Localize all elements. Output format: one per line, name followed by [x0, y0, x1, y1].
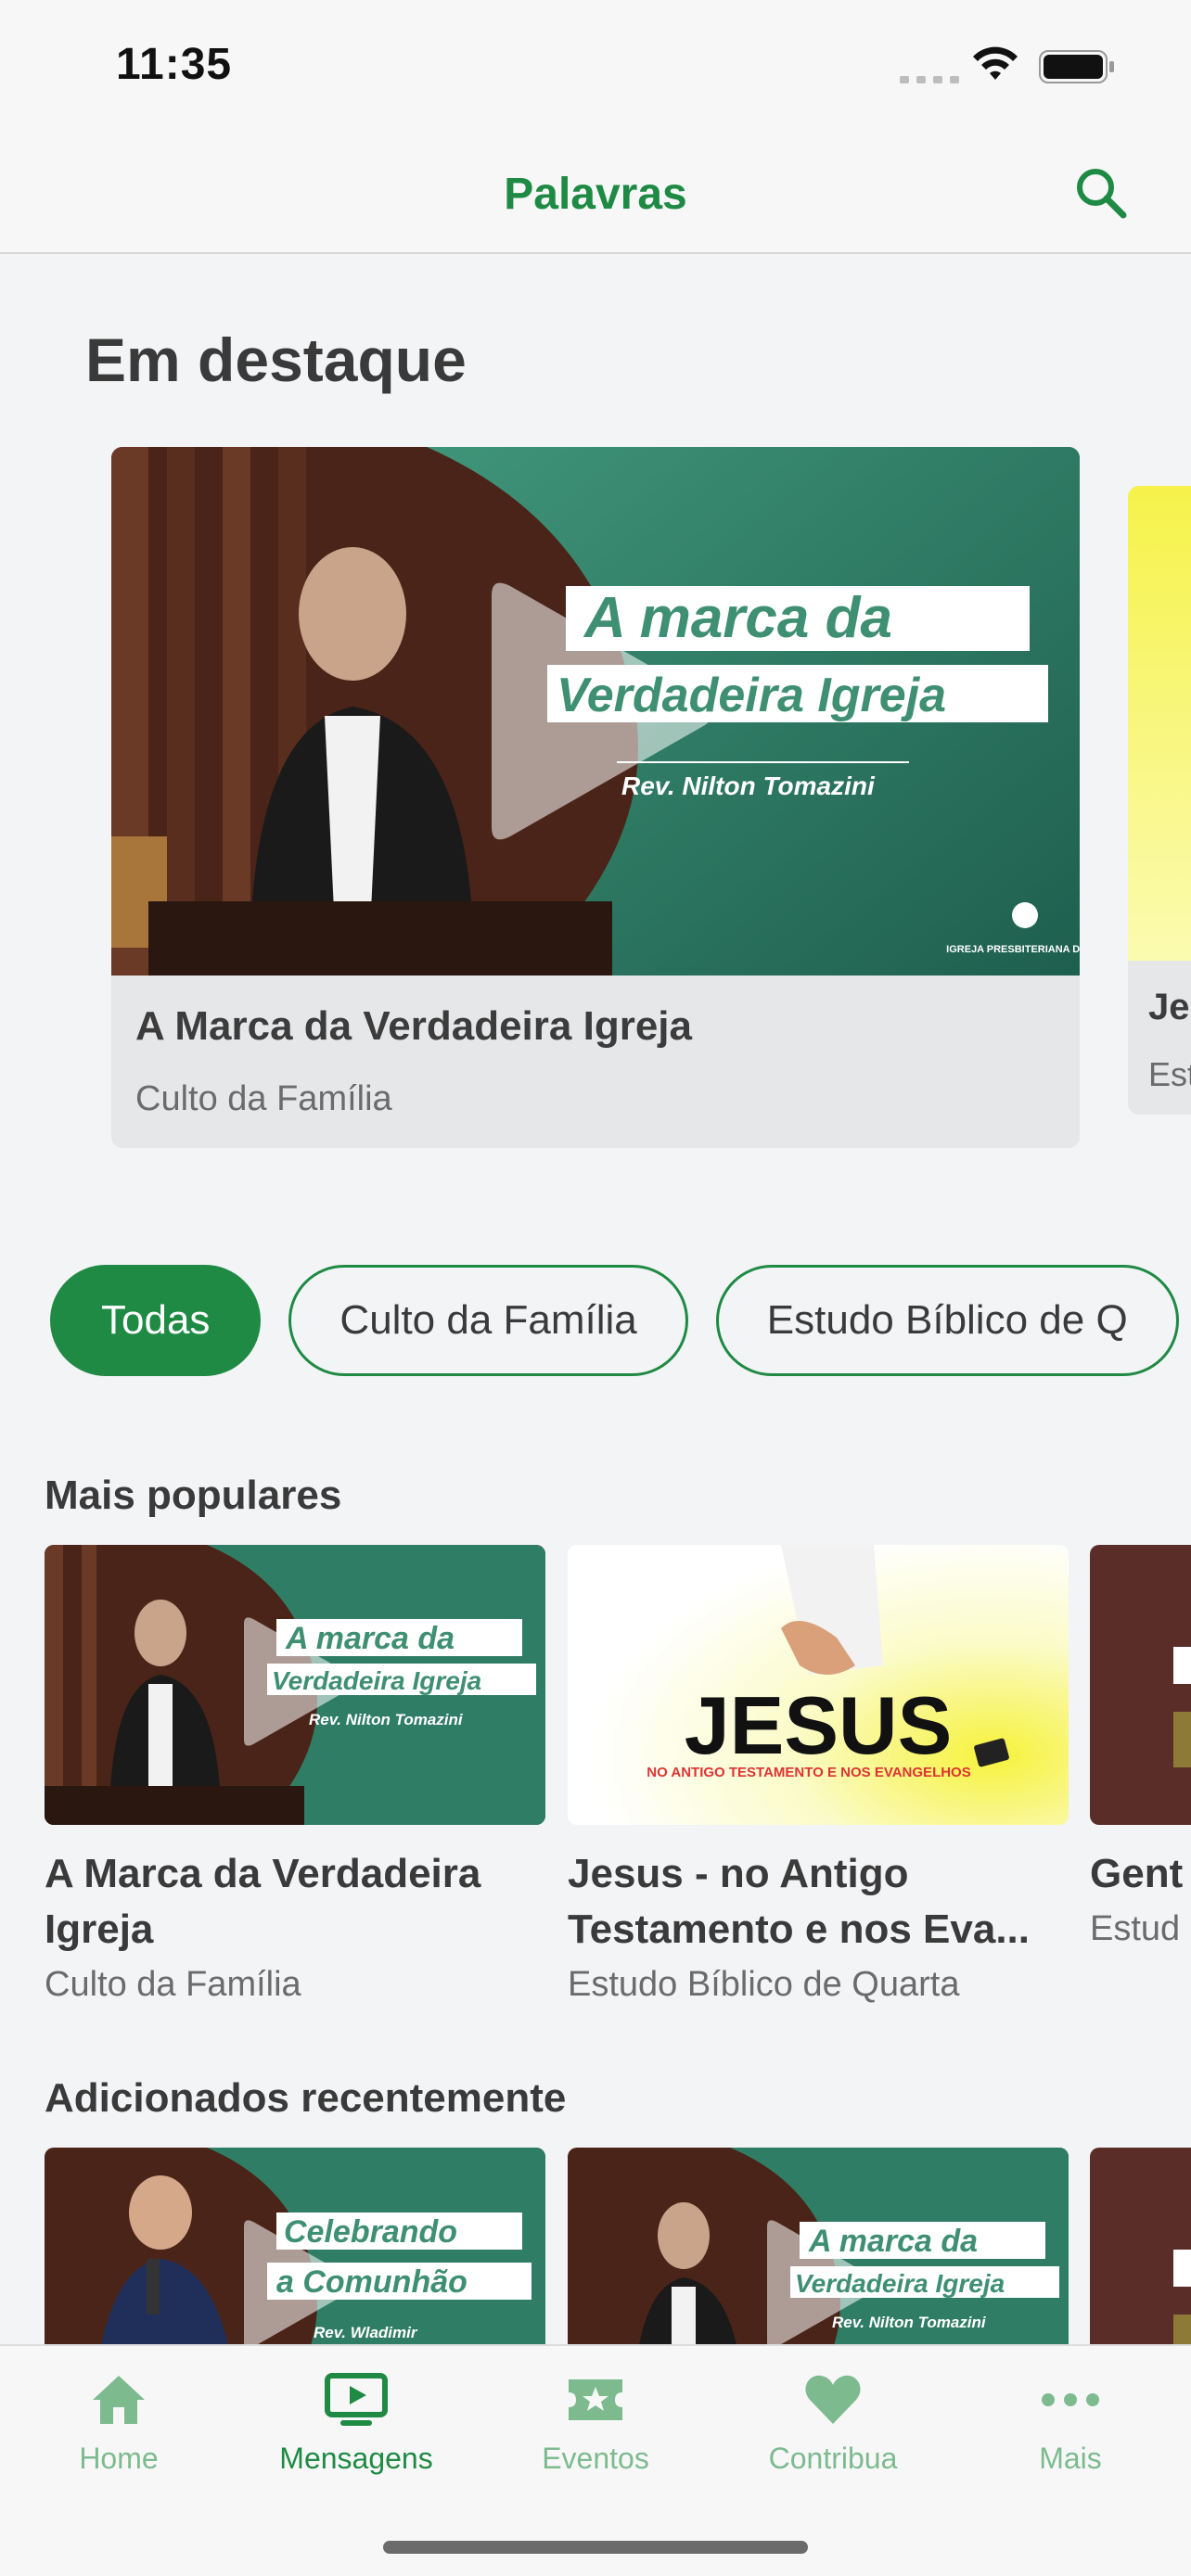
- popular-card-subtitle: Estud: [1090, 1909, 1181, 1948]
- tab-mais[interactable]: Mais: [978, 2372, 1163, 2476]
- filter-chips: Todas Culto da Família Estudo Bíblico de…: [50, 1265, 1179, 1376]
- featured-card-subtitle: Est: [1148, 1055, 1191, 1093]
- thumb-line2: Verdadeira Igreja: [795, 2269, 1005, 2298]
- popular-thumbnail: JESUS NO ANTIGO TESTAMENTO E NOS EVANGEL…: [568, 1545, 1069, 1825]
- tab-contribua[interactable]: Contribua: [740, 2372, 926, 2476]
- featured-thumbnail: [1128, 486, 1191, 961]
- thumb-line1: A marca da: [808, 2224, 978, 2259]
- thumb-line2: Verdadeira Igreja: [272, 1666, 481, 1695]
- nav-header: Palavras: [0, 130, 1191, 254]
- filter-chip-estudo-biblico[interactable]: Estudo Bíblico de Q: [715, 1265, 1179, 1376]
- featured-thumbnail: A marca da Verdadeira Igreja Rev. Nilton…: [111, 447, 1080, 976]
- featured-section-title: Em destaque: [85, 325, 467, 394]
- recent-card[interactable]: Celebrando a Comunhão Rev. Wladimir: [45, 2148, 545, 2344]
- filter-chip-culto-da-familia[interactable]: Culto da Família: [288, 1265, 688, 1376]
- heart-icon: [805, 2375, 861, 2424]
- filter-chip-todas[interactable]: Todas: [50, 1265, 262, 1376]
- tab-label: Mensagens: [279, 2442, 433, 2475]
- popular-card[interactable]: Gent Estud: [1090, 1545, 1191, 1949]
- thumb-line2: Verdadeira Igreja: [557, 669, 946, 722]
- more-dots-icon: [1042, 2393, 1099, 2406]
- thumb-line2: a Comunhão: [276, 2264, 467, 2300]
- church-logo: IGREJA PRESBITERIANA DE LIMEIRA: [946, 944, 1080, 955]
- popular-card[interactable]: JESUS NO ANTIGO TESTAMENTO E NOS EVANGEL…: [568, 1545, 1069, 2005]
- recent-card[interactable]: A marca da Verdadeira Igreja Rev. Nilton…: [568, 2148, 1069, 2344]
- thumb-big-text: JESUS: [685, 1679, 953, 1771]
- tab-label: Mais: [1039, 2442, 1102, 2475]
- popular-card-subtitle: Culto da Família: [45, 1965, 301, 2004]
- recent-card[interactable]: [1090, 2148, 1191, 2344]
- thumb-speaker: Rev. Nilton Tomazini: [309, 1711, 464, 1728]
- page-title: Palavras: [504, 170, 687, 219]
- popular-thumbnail: [1090, 1545, 1191, 1825]
- tab-label: Contribua: [768, 2442, 898, 2475]
- status-time: 11:35: [116, 40, 233, 89]
- tab-home[interactable]: Home: [26, 2372, 211, 2476]
- popular-card[interactable]: A marca da Verdadeira Igreja Rev. Nilton…: [45, 1545, 545, 2005]
- featured-card[interactable]: Je Est: [1128, 486, 1191, 1115]
- popular-thumbnail: A marca da Verdadeira Igreja Rev. Nilton…: [45, 1545, 545, 1825]
- home-icon: [93, 2376, 145, 2424]
- featured-card-subtitle: Culto da Família: [135, 1079, 392, 1118]
- thumb-speaker: Rev. Wladimir: [314, 2324, 418, 2341]
- popular-card-subtitle: Estudo Bíblico de Quarta: [568, 1965, 960, 2004]
- home-indicator[interactable]: [383, 2541, 808, 2554]
- tv-play-icon: [325, 2373, 388, 2426]
- search-icon[interactable]: [1071, 163, 1131, 223]
- recent-thumbnail: A marca da Verdadeira Igreja Rev. Nilton…: [568, 2148, 1069, 2344]
- popular-section-title: Mais populares: [45, 1473, 342, 1518]
- recent-thumbnail: Celebrando a Comunhão Rev. Wladimir: [45, 2148, 545, 2344]
- tab-mensagens[interactable]: Mensagens: [263, 2372, 449, 2476]
- recent-section-title: Adicionados recentemente: [45, 2075, 567, 2121]
- thumb-speaker: Rev. Nilton Tomazini: [621, 772, 876, 800]
- thumb-small-text: NO ANTIGO TESTAMENTO E NOS EVANGELHOS: [647, 1765, 970, 1780]
- ticket-star-icon: [569, 2379, 622, 2420]
- featured-card-title: Je: [1148, 987, 1190, 1027]
- tab-label: Home: [79, 2442, 159, 2475]
- featured-card[interactable]: A marca da Verdadeira Igreja Rev. Nilton…: [111, 447, 1080, 1148]
- tab-eventos[interactable]: Eventos: [503, 2372, 688, 2476]
- popular-card-title: Jesus - no Antigo Testamento e nos Eva..…: [568, 1851, 1031, 1952]
- recent-thumbnail: [1090, 2148, 1191, 2344]
- tab-label: Eventos: [542, 2442, 649, 2475]
- popular-card-title: A Marca da Verdadeira Igreja: [45, 1851, 481, 1952]
- thumb-speaker: Rev. Nilton Tomazini: [832, 2314, 987, 2331]
- popular-card-title: Gent: [1090, 1851, 1184, 1896]
- thumb-line1: Celebrando: [284, 2214, 457, 2250]
- wifi-icon: [973, 46, 1018, 80]
- cellular-signal-icon: [900, 76, 959, 83]
- featured-card-title: A Marca da Verdadeira Igreja: [135, 1003, 692, 1049]
- status-bar: 11:35: [0, 0, 1191, 130]
- thumb-line1: A marca da: [285, 1621, 455, 1656]
- battery-icon: [1039, 50, 1114, 83]
- thumb-line1: A marca da: [583, 586, 892, 650]
